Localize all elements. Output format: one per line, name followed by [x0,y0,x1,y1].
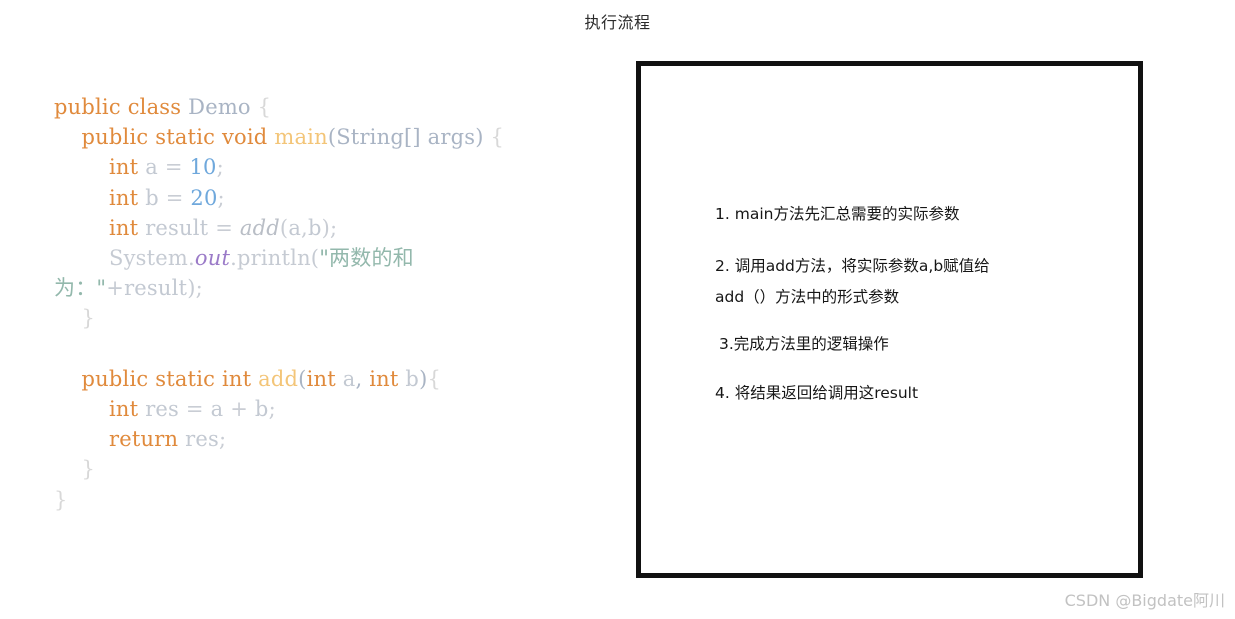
token-brace-close-main: } [81,306,96,331]
token-operand-a: a [210,397,224,422]
token-param-a: a [342,366,356,391]
flow-diagram-box: 1. main方法先汇总需要的实际参数 2. 调用add方法，将实际参数a,b赋… [636,61,1143,578]
code-line-9-blank [54,334,629,364]
token-ident-res: res [145,397,180,422]
token-semicolon-return: ; [218,427,227,452]
token-paren-println-close: ) [187,276,196,301]
token-ident-result-concat: result [124,276,188,301]
token-brace-close-class: } [54,487,68,512]
token-punct-paren-main-close: ) [475,125,484,150]
token-field-out: out [194,246,231,271]
flow-step-3: 3.完成方法里的逻辑操作 [719,335,889,353]
token-punct-paren-main-open: ( [327,125,337,150]
token-keyword-int-a: int [109,155,139,180]
code-line-12: return res; [54,424,629,454]
token-keyword-static-2: static [155,366,216,391]
token-params-main: String[] args [336,125,476,150]
code-line-10: public static int add(int a, int b){ [54,364,629,394]
token-semicolon-res: ; [268,397,276,422]
token-keyword-int-b: int [109,185,139,210]
token-ident-a: a [145,155,158,180]
token-brace-open-main: { [490,125,505,150]
code-line-5: int result = add(a,b); [54,213,629,243]
token-system: System. [109,246,195,271]
token-keyword-int-result: int [109,215,139,240]
token-keyword-public-2: public [81,125,149,150]
code-line-6: System.out.println("两数的和 [54,243,629,273]
token-keyword-class: class [127,95,182,119]
token-param-b: b [405,366,420,391]
token-keyword-void: void [221,125,268,150]
code-line-11: int res = a + b; [54,394,629,424]
token-string-part-2: 为：" [54,276,107,301]
token-return-value-res: res [185,427,219,452]
code-line-1: public class Demo { [54,92,629,122]
token-brace-open-add: { [427,366,442,391]
code-line-7: 为："+result); [0,273,629,303]
code-line-14: } [54,485,629,515]
code-line-4: int b = 20; [54,183,629,213]
token-keyword-int-add: int [221,366,252,391]
token-concat-op: + [106,276,125,301]
token-paren-add-open: ( [298,366,307,391]
token-brace-open-class: { [257,95,272,119]
code-line-3: int a = 10; [54,152,629,182]
token-keyword-return: return [109,427,179,452]
flow-step-1: 1. main方法先汇总需要的实际参数 [715,205,960,223]
token-number-20: 20 [190,185,218,210]
token-arg-b: b [307,215,322,240]
token-semicolon-b: ; [217,185,225,210]
code-line-8: } [54,303,629,333]
token-string-part-1: "两数的和 [319,246,414,271]
token-op-assign-a: = [164,155,183,180]
token-param-type-b: int [369,366,399,391]
csdn-watermark: CSDN @Bigdate阿川 [1064,591,1225,610]
token-method-main: main [274,125,328,150]
flow-step-4: 4. 将结果返回给调用这result [715,384,919,402]
token-ident-result: result [145,215,209,240]
token-keyword-static: static [155,125,216,150]
token-op-assign-result: = [215,215,233,240]
page-title: 执行流程 [584,13,651,32]
code-line-2: public static void main(String[] args) { [54,122,629,152]
token-semicolon-println: ; [195,276,203,301]
token-keyword-public-3: public [81,366,149,391]
token-comma-params: , [355,366,363,391]
token-type-demo: Demo [188,95,251,119]
token-method-add: add [258,366,299,391]
token-operand-b: b [254,397,269,422]
token-op-assign-res: = [185,397,204,422]
token-brace-close-add: } [81,457,96,482]
token-paren-call-close: ) [321,215,330,240]
token-number-10: 10 [189,155,217,180]
token-param-type-a: int [306,366,336,391]
token-arg-a: a [288,215,302,240]
token-semicolon-result: ; [330,215,338,240]
token-keyword-int-res: int [109,397,139,422]
token-op-plus: + [230,397,249,422]
token-keyword-public: public [54,95,121,119]
token-call-add: add [239,215,280,240]
flow-step-2: 2. 调用add方法，将实际参数a,b赋值给 add（）方法中的形式参数 [715,257,990,306]
token-comma-args: , [301,215,308,240]
flow-step-list: 1. main方法先汇总需要的实际参数 2. 调用add方法，将实际参数a,b赋… [715,199,1115,409]
token-semicolon-a: ; [216,155,224,180]
code-panel: public class Demo { public static void m… [54,92,629,515]
token-op-assign-b: = [165,185,184,210]
token-println: .println( [230,246,320,271]
code-line-13: } [54,454,629,484]
token-ident-b: b [145,185,159,210]
